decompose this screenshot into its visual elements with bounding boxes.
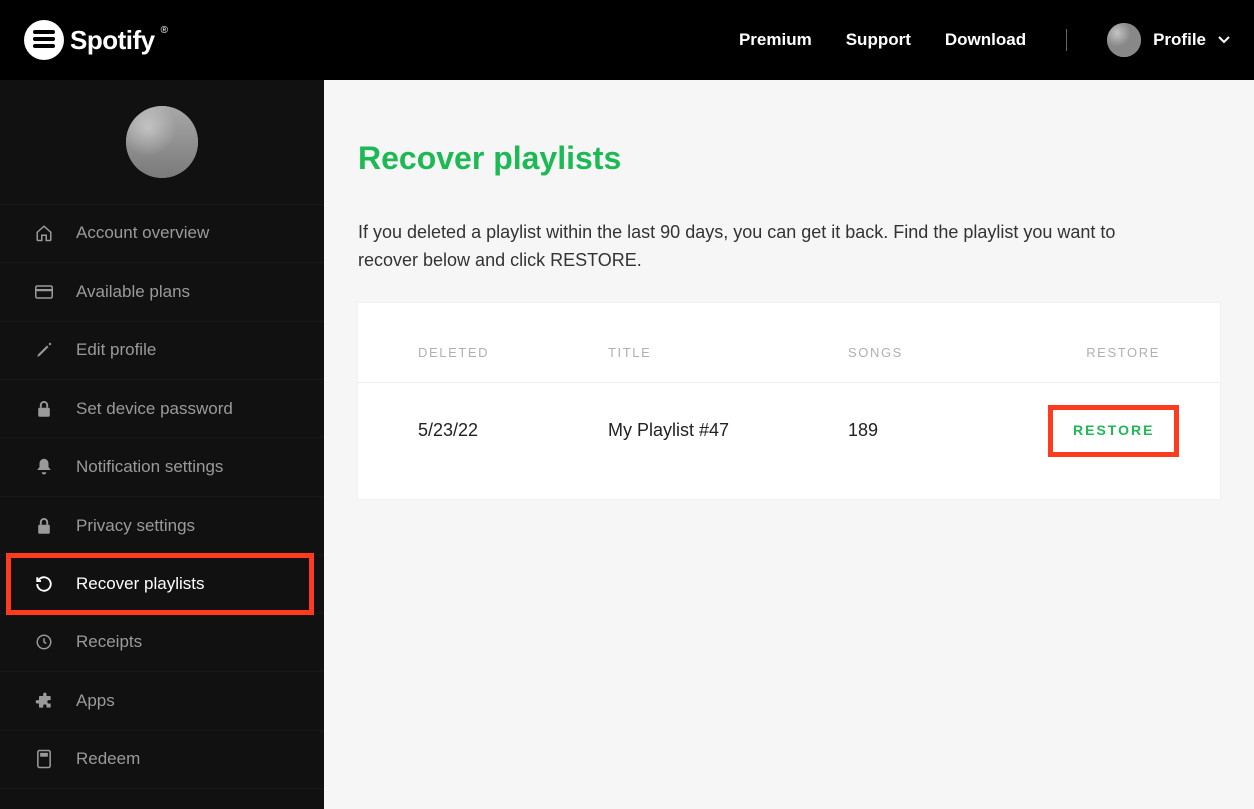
sidebar-item-label: Edit profile	[76, 340, 156, 360]
sidebar-item-set-device-password[interactable]: Set device password	[0, 380, 324, 438]
sidebar-item-redeem[interactable]: Redeem	[0, 731, 324, 789]
sidebar-item-privacy-settings[interactable]: Privacy settings	[0, 497, 324, 555]
column-songs: SONGS	[848, 345, 1048, 360]
sidebar-item-account-overview[interactable]: Account overview	[0, 205, 324, 263]
sidebar-item-notification-settings[interactable]: Notification settings	[0, 438, 324, 496]
table-header-row: DELETED TITLE SONGS RESTORE	[358, 323, 1220, 383]
restore-button[interactable]: RESTORE	[1073, 422, 1154, 438]
column-restore: RESTORE	[1048, 345, 1160, 360]
sidebar-item-recover-playlists[interactable]: Recover playlists	[0, 555, 324, 613]
puzzle-icon	[34, 691, 54, 711]
sidebar-item-label: Receipts	[76, 632, 142, 652]
cell-songs: 189	[848, 420, 1048, 441]
chevron-down-icon	[1218, 36, 1230, 44]
page-title: Recover playlists	[358, 140, 1220, 189]
pencil-icon	[34, 340, 54, 360]
cell-title: My Playlist #47	[608, 420, 848, 441]
playlists-table: DELETED TITLE SONGS RESTORE 5/23/22 My P…	[358, 303, 1220, 499]
sidebar-item-label: Redeem	[76, 749, 140, 769]
sidebar-item-label: Recover playlists	[76, 574, 205, 594]
sidebar-item-edit-profile[interactable]: Edit profile	[0, 322, 324, 380]
sidebar-avatar-wrap	[0, 80, 324, 205]
sidebar-item-label: Privacy settings	[76, 516, 195, 536]
column-deleted: DELETED	[418, 345, 608, 360]
table-row: 5/23/22 My Playlist #47 189 RESTORE	[358, 383, 1220, 479]
highlight-annotation: RESTORE	[1048, 405, 1179, 457]
column-title: TITLE	[608, 345, 848, 360]
spotify-logo-text: Spotify	[70, 25, 155, 56]
home-icon	[34, 223, 54, 243]
nav-divider	[1066, 29, 1067, 51]
sidebar-item-apps[interactable]: Apps	[0, 672, 324, 730]
nav-support[interactable]: Support	[846, 30, 911, 50]
lock-icon	[34, 399, 54, 419]
header-nav: Premium Support Download Profile	[739, 23, 1230, 57]
sidebar-item-label: Notification settings	[76, 457, 223, 477]
sidebar-item-label: Apps	[76, 691, 115, 711]
cell-restore: RESTORE	[1048, 405, 1179, 457]
avatar[interactable]	[126, 106, 198, 178]
lock-icon	[34, 516, 54, 536]
avatar	[1107, 23, 1141, 57]
nav-download[interactable]: Download	[945, 30, 1026, 50]
spotify-logo[interactable]: Spotify ®	[24, 20, 168, 60]
card-icon	[34, 282, 54, 302]
bell-icon	[34, 457, 54, 477]
sidebar: Account overview Available plans Edit pr…	[0, 80, 324, 809]
page-description: If you deleted a playlist within the las…	[358, 219, 1138, 275]
header: Spotify ® Premium Support Download Profi…	[0, 0, 1254, 80]
main-content: Recover playlists If you deleted a playl…	[324, 80, 1254, 809]
nav-premium[interactable]: Premium	[739, 30, 812, 50]
profile-menu[interactable]: Profile	[1107, 23, 1230, 57]
refresh-icon	[34, 574, 54, 594]
registered-mark: ®	[161, 25, 168, 36]
clock-icon	[34, 632, 54, 652]
sidebar-item-label: Available plans	[76, 282, 190, 302]
cell-deleted: 5/23/22	[418, 420, 608, 441]
spotify-logo-icon	[24, 20, 64, 60]
sidebar-item-label: Account overview	[76, 223, 209, 243]
sidebar-item-available-plans[interactable]: Available plans	[0, 263, 324, 321]
sidebar-item-label: Set device password	[76, 399, 233, 419]
voucher-icon	[34, 749, 54, 769]
sidebar-item-receipts[interactable]: Receipts	[0, 614, 324, 672]
profile-label: Profile	[1153, 30, 1206, 50]
